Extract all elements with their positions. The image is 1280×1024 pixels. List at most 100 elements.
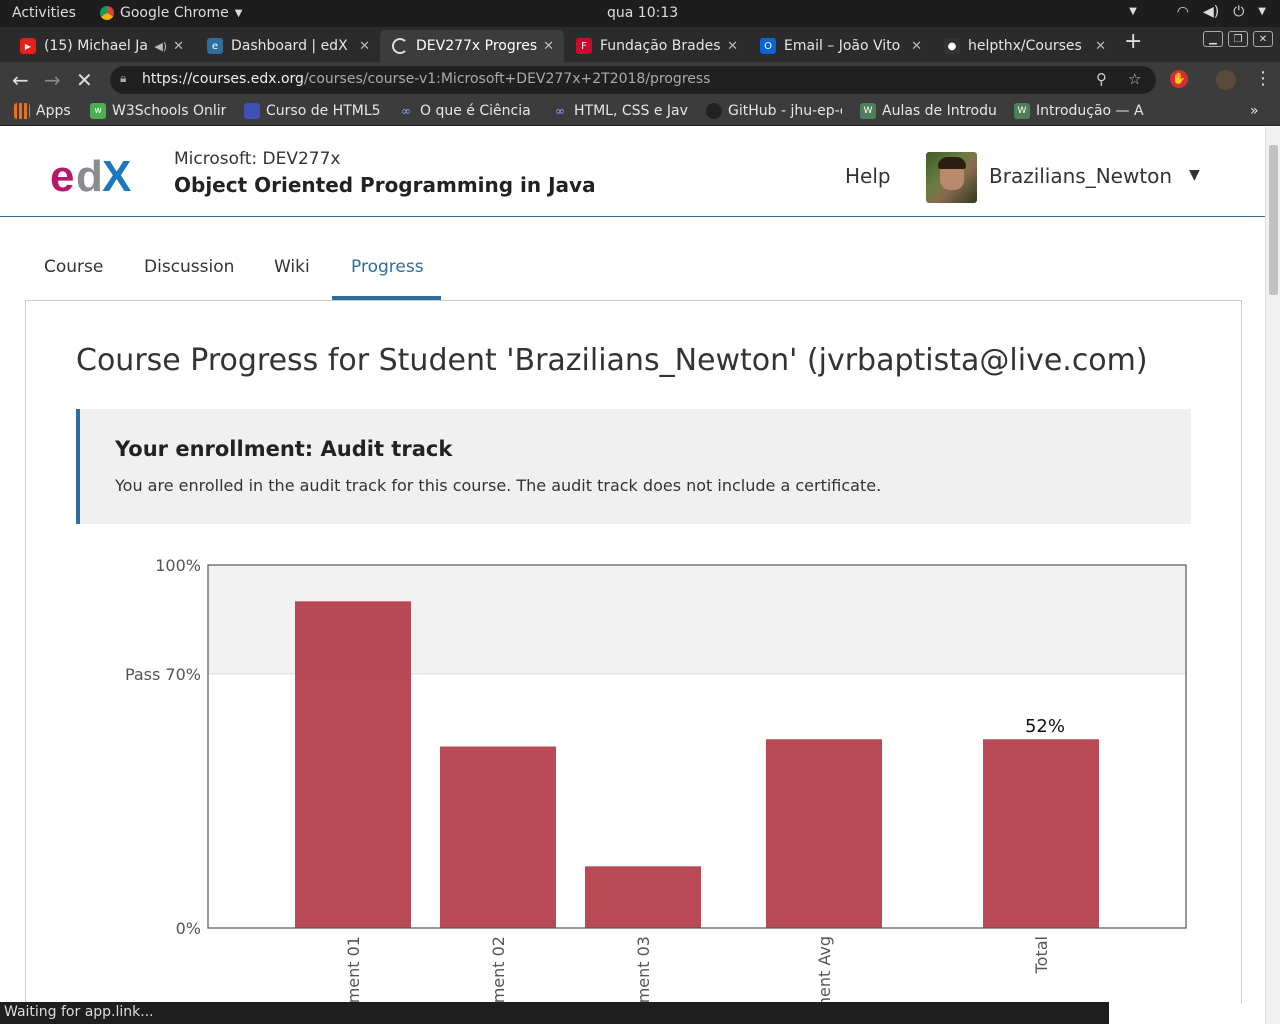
tab-discussion[interactable]: Discussion (144, 257, 234, 277)
edx-icon: e (207, 38, 223, 54)
bookmark-label: Aulas de Introdu (882, 103, 996, 119)
x-tick-label: Total (1032, 936, 1051, 974)
clock[interactable]: qua 10:13 (607, 5, 678, 21)
minimize-button[interactable]: ▁ (1203, 31, 1223, 47)
browser-tab[interactable]: e Dashboard | edX ✕ (195, 30, 380, 62)
chevron-down-icon: ▼ (1258, 6, 1266, 17)
chrome-icon (100, 6, 114, 20)
power-icon: ⏻ (1233, 4, 1245, 20)
tab-progress[interactable]: Progress (351, 257, 424, 277)
tab-title: Fundação Brades (600, 38, 721, 54)
svg-text:X: X (102, 152, 131, 199)
bookmark-label: Curso de HTML5 (266, 103, 380, 119)
bradesco-icon: F (576, 38, 592, 54)
bookmark-item[interactable]: Curso de HTML5 (244, 103, 380, 119)
extension-icon[interactable]: ✋ (1170, 70, 1188, 88)
svg-text:d: d (76, 152, 103, 199)
bookmark-item[interactable]: ∞ O que é Ciência c (398, 103, 534, 119)
tab-course[interactable]: Course (44, 257, 103, 277)
outlook-icon: O (760, 38, 776, 54)
maximize-button[interactable]: ❐ (1228, 31, 1248, 47)
edx-logo[interactable]: e d X (50, 149, 150, 199)
stop-button[interactable]: ✕ (76, 68, 93, 92)
bookmark-item[interactable]: w W3Schools Onlir (90, 103, 226, 119)
bar (766, 739, 882, 928)
address-bar[interactable]: 🔒︎ https://courses.edx.org/courses/cours… (110, 66, 1156, 94)
zoom-icon[interactable]: ⚲ (1096, 70, 1107, 88)
link-icon: ∞ (401, 104, 411, 118)
browser-tab-active[interactable]: DEV277x Progres ✕ (380, 30, 564, 62)
close-icon[interactable]: ✕ (173, 39, 184, 54)
page-icon: W (860, 103, 876, 119)
app-menu[interactable]: Google Chrome ▼ (100, 5, 242, 21)
close-icon[interactable]: ✕ (727, 39, 738, 54)
tab-title: (15) Michael Ja (44, 38, 148, 54)
page-content: e d X Microsoft: DEV277x Object Oriented… (0, 127, 1265, 1004)
scrollbar-thumb[interactable] (1269, 145, 1278, 295)
caret-down-icon[interactable]: ▼ (1189, 167, 1200, 183)
bookmark-apps[interactable]: Apps (14, 103, 76, 119)
browser-tab[interactable]: ● helpthx/Courses ✕ (932, 30, 1116, 62)
close-icon[interactable]: ✕ (359, 39, 370, 54)
username-menu[interactable]: Brazilians_Newton (989, 164, 1172, 188)
activities-button[interactable]: Activities (12, 5, 76, 21)
bookmarks-bar: Apps w W3Schools Onlir Curso de HTML5 ∞ … (0, 98, 1280, 126)
y-tick-label: Pass 70% (125, 665, 201, 684)
url-host: https://courses.edx.org (142, 71, 304, 87)
status-bar: Waiting for app.link... (0, 1002, 1109, 1024)
tab-title: helpthx/Courses (968, 38, 1082, 54)
browser-tab[interactable]: O Email – João Vito ✕ (748, 30, 932, 62)
bookmark-item[interactable]: W Aulas de Introdu (860, 103, 996, 119)
speaker-icon: ◀) (154, 39, 168, 53)
wifi-icon: ◠ (1176, 4, 1189, 20)
help-link[interactable]: Help (845, 164, 891, 188)
browser-tab[interactable]: ▶ (15) Michael Ja ◀) ✕ (8, 30, 194, 62)
grade-chart: ment 01 ment 02 ment 03 ment Avg 52% Total 100… (125, 556, 1187, 1004)
link-icon: ∞ (555, 104, 565, 118)
profile-avatar-icon[interactable] (1216, 70, 1236, 90)
forward-button[interactable]: → (44, 68, 61, 92)
youtube-icon: ▶ (20, 38, 36, 54)
close-icon[interactable]: ✕ (543, 39, 554, 54)
apps-grid-icon (14, 103, 30, 119)
close-window-button[interactable]: ✕ (1253, 31, 1273, 47)
more-bookmarks-button[interactable]: » (1250, 103, 1259, 119)
bar-value-label: 52% (1025, 716, 1065, 737)
bar (983, 739, 1099, 928)
browser-tab[interactable]: F Fundação Brades ✕ (564, 30, 748, 62)
loading-spinner-icon (392, 38, 408, 54)
enrollment-heading: Your enrollment: Audit track (115, 437, 453, 461)
new-tab-button[interactable]: + (1124, 29, 1142, 54)
menu-kebab-icon[interactable]: ⋮ (1254, 68, 1272, 89)
github-icon (706, 103, 722, 119)
bar (295, 601, 411, 928)
bookmark-item[interactable]: GitHub - jhu-ep-c (706, 103, 842, 119)
lock-icon: 🔒︎ (120, 71, 127, 85)
bookmark-item[interactable]: W Introdução — A (1014, 103, 1150, 119)
system-tray[interactable]: ▼ ◠ ◀) ⏻ ▼ (1129, 4, 1266, 20)
browser-toolbar: ← → ✕ 🔒︎ https://courses.edx.org/courses… (0, 62, 1280, 98)
x-tick-label: ment Avg (815, 936, 834, 1004)
x-tick-label: ment 03 (634, 936, 653, 1003)
volume-icon: ◀) (1202, 4, 1220, 20)
close-icon[interactable]: ✕ (911, 39, 922, 54)
enrollment-text: You are enrolled in the audit track for … (115, 476, 882, 495)
bookmark-label: Apps (36, 103, 71, 119)
tab-strip: ▶ (15) Michael Ja ◀) ✕ e Dashboard | edX… (0, 27, 1280, 62)
bookmark-item[interactable]: ∞ HTML, CSS e Jav (552, 103, 688, 119)
page-icon: W (1014, 103, 1030, 119)
system-top-bar: Activities Google Chrome ▼ qua 10:13 ▼ ◠… (0, 0, 1280, 27)
y-tick-label: 100% (155, 556, 201, 575)
github-icon: ● (944, 38, 960, 54)
avatar[interactable] (926, 152, 977, 203)
close-icon[interactable]: ✕ (1095, 39, 1106, 54)
tab-title: DEV277x Progres (416, 38, 538, 54)
bookmark-star-icon[interactable]: ☆ (1128, 70, 1141, 88)
scrollbar[interactable] (1265, 127, 1280, 1024)
tab-wiki[interactable]: Wiki (274, 257, 310, 277)
url-text: https://courses.edx.org/courses/course-v… (142, 71, 710, 87)
back-button[interactable]: ← (12, 68, 29, 92)
page-icon (244, 103, 260, 119)
x-tick-label: ment 02 (489, 936, 508, 1003)
bar (585, 866, 701, 928)
